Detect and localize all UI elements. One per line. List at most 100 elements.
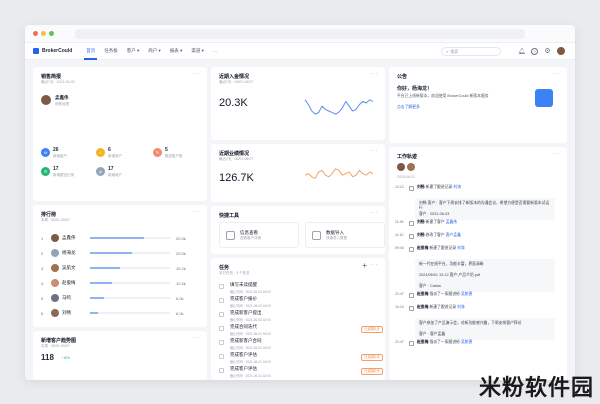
trail-entry: 11:10 刘畅 修改了客户 客户孟鑫 [395, 233, 563, 239]
task-deadline: 截止时间 · 2021-06-01 18:00 [230, 374, 271, 378]
user-avatar[interactable] [557, 47, 565, 55]
task-row[interactable]: 完成新客户合同 截止时间 · 2021-06-02 18:00 [219, 338, 383, 350]
entry-link[interactable]: 刘涛 [453, 185, 461, 189]
task-title: 完成合同迭代 [230, 324, 257, 329]
task-row[interactable]: 完成客户评估 截止时间 · 2021-06-01 18:00 已逾期2天 [219, 352, 383, 364]
task-title: 完成客户评估 [230, 352, 257, 357]
task-checkbox[interactable] [219, 284, 224, 289]
task-checkbox[interactable] [219, 368, 224, 373]
tool-data-import[interactable]: 数据导入 快速导入数据 [305, 222, 385, 248]
entry-actor: 赵俊梅 [417, 340, 429, 344]
performance-series-line [304, 168, 374, 180]
card-title: 新增客户趋势图 [41, 338, 77, 344]
trail-date: 2020-06-01 [397, 175, 415, 179]
task-checkbox[interactable] [219, 326, 224, 331]
task-checkbox[interactable] [219, 340, 224, 345]
tool-desc: 快速导入数据 [326, 235, 347, 240]
task-deadline: 截止时间 · 2021-06-03 18:00 [230, 290, 271, 294]
help-icon[interactable]: ? [531, 47, 538, 55]
entry-link[interactable]: 刘涛 [457, 246, 465, 250]
new-customers-icon: ⛁ [41, 148, 50, 157]
trail-entry: 客户 · 2021-06-03 [415, 209, 555, 220]
avatar[interactable] [397, 163, 405, 171]
task-checkbox[interactable] [219, 298, 224, 303]
rank-number: 4 [41, 280, 44, 286]
rank-value: 6.0k [176, 310, 184, 316]
sales-brief-card: 销售简报 最近7天 · 2021-06-03 ··· 孟鑫伟 销售经理 ⛁ 26… [33, 67, 207, 201]
more-icon[interactable]: ··· [371, 262, 379, 268]
tool-info-view[interactable]: 信息查看 查看客户详情 [219, 222, 299, 248]
nav-more[interactable]: ··· [213, 43, 218, 60]
rank-bar-fill [90, 252, 132, 254]
entry-link[interactable]: 客户孟鑫 [446, 233, 461, 237]
nav-merchants[interactable]: 商户 ▾ [148, 43, 161, 60]
task-checkbox[interactable] [219, 312, 224, 317]
rank-name: 马鸣 [62, 295, 71, 300]
rank-bar-fill [90, 237, 145, 239]
more-icon[interactable]: ··· [371, 71, 379, 77]
stat-label: 新增商户 [108, 154, 122, 158]
close-dot-icon[interactable] [33, 31, 38, 36]
task-row[interactable]: 完成客户报价 截止时间 · 2021-06-03 18:00 [219, 296, 383, 308]
search-input[interactable]: ⌕ 搜索 [441, 47, 501, 56]
entry-link[interactable]: 吴航德 [461, 340, 472, 344]
rank-number: 3 [41, 265, 44, 271]
rank-row: 2 杨海龙 20.5k [41, 247, 209, 259]
entry-time: 12:12 [395, 185, 404, 189]
task-checkbox[interactable] [219, 354, 224, 359]
task-title: 填写未读提醒 [230, 282, 257, 287]
entry-time: 21:47 [395, 292, 404, 296]
notice-link[interactable]: 点击了解更多 [397, 105, 420, 110]
more-icon[interactable]: ··· [553, 151, 561, 157]
entry-detail: 客户 · Carlos [415, 281, 555, 292]
trail-entry: 11:45 刘畅 新建了客户 孟鑫伟 [395, 220, 563, 226]
maximize-dot-icon[interactable] [49, 31, 54, 36]
more-icon[interactable]: ··· [193, 209, 201, 215]
task-row[interactable]: 完成客户评估 截止时间 · 2021-06-01 18:00 已逾期2天 [219, 366, 383, 378]
overdue-badge: 已逾期1天 [361, 326, 383, 333]
entry-action: 指派了一条跟进给 [429, 292, 460, 296]
entry-detail: 客户 · 客户孟鑫 [415, 329, 555, 340]
card-subtitle: 最近7天 · 06/01-06/07 [219, 80, 254, 84]
entry-link[interactable]: 刘涛 [457, 305, 465, 309]
task-row[interactable]: 完成新客户提出 截止时间 · 2021-06-03 18:00 [219, 310, 383, 322]
browser-titlebar [25, 25, 575, 43]
avatar [51, 294, 59, 302]
nav-channels[interactable]: 渠道 ▾ [191, 43, 204, 60]
address-bar[interactable] [75, 29, 525, 39]
app-logo[interactable]: BrokerCould [33, 48, 72, 54]
task-deadline: 截止时间 · 2021-06-02 18:00 [230, 346, 271, 350]
nav-taskboard[interactable]: 任务板 [104, 43, 118, 60]
more-icon[interactable]: ··· [193, 71, 201, 77]
avatar[interactable] [407, 163, 415, 171]
add-task-icon[interactable]: + [362, 261, 367, 270]
entry-detail: 客户参加了产品演示会，对新功能感兴趣，下周安排客户拜访 [415, 318, 555, 329]
entry-link[interactable]: 吴航德 [461, 292, 472, 296]
nav-customers[interactable]: 客户 ▾ [127, 43, 140, 60]
bell-icon[interactable]: 🔔︎ [518, 48, 526, 55]
minimize-dot-icon[interactable] [41, 31, 46, 36]
nav-reports[interactable]: 报表 ▾ [170, 43, 183, 60]
stat-label: 跟进客户数 [165, 154, 183, 158]
entry-actor: 赵俊梅 [417, 246, 429, 250]
nav-home[interactable]: 首页 [84, 43, 98, 60]
rank-name: 孟鑫伟 [62, 235, 76, 240]
overdue-badge: 已逾期2天 [361, 354, 383, 361]
gear-icon[interactable]: ⚙ [544, 48, 551, 55]
entry-type-icon [409, 234, 414, 239]
more-icon[interactable]: ··· [193, 335, 201, 341]
entry-type-icon [409, 306, 414, 311]
person-name: 孟鑫伟 [55, 95, 69, 100]
task-row[interactable]: 完成合同迭代 截止时间 · 2021-06-02 18:00 已逾期1天 [219, 324, 383, 336]
avatar [51, 279, 59, 287]
document-icon [226, 230, 235, 240]
entry-link[interactable]: 孟鑫伟 [446, 220, 457, 224]
stat-value: 17 [53, 166, 59, 172]
card-title: 排行榜 [41, 212, 57, 218]
entry-time: 09:40 [395, 246, 404, 250]
rank-bar [90, 282, 170, 284]
more-icon[interactable]: ··· [553, 71, 561, 77]
rank-bar [90, 237, 170, 239]
more-icon[interactable]: ··· [371, 210, 379, 216]
task-row[interactable]: 填写未读提醒 截止时间 · 2021-06-03 18:00 [219, 282, 383, 294]
